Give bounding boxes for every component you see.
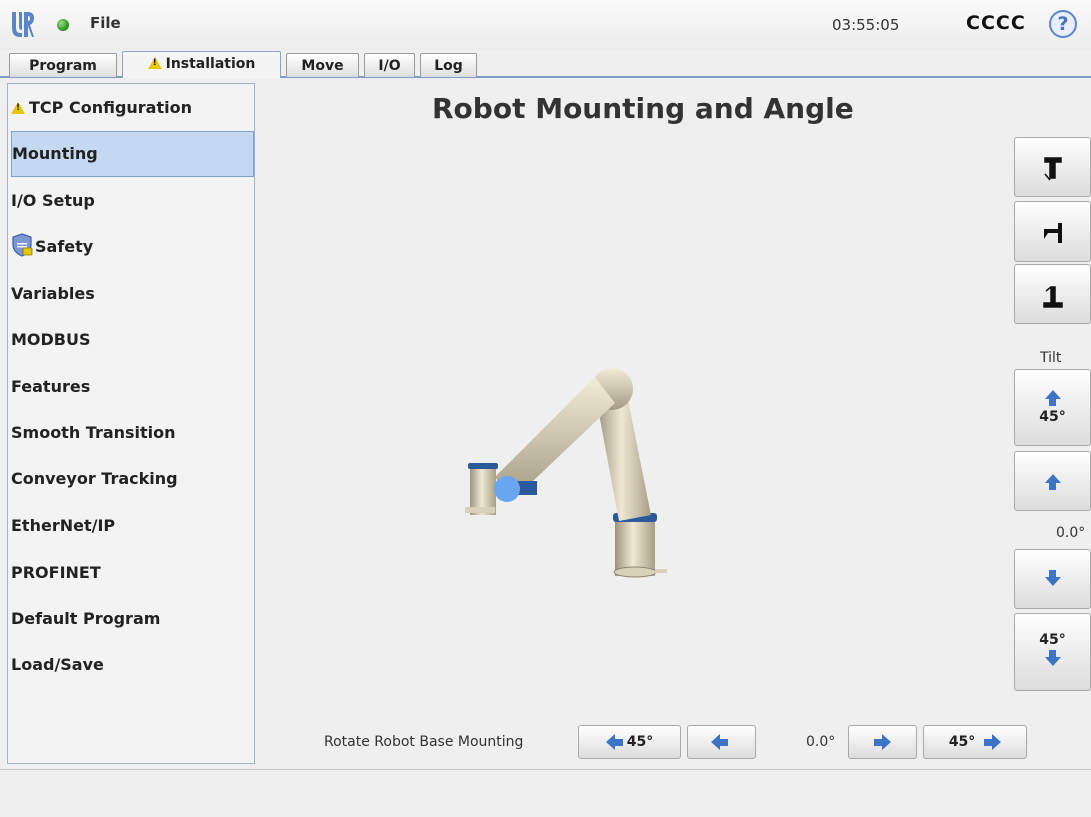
view-wall-button[interactable] — [1014, 201, 1091, 262]
sidebar-item-conveyor-tracking[interactable]: Conveyor Tracking — [11, 456, 254, 502]
arrow-down-icon — [1044, 577, 1061, 586]
tab-log[interactable]: Log — [420, 53, 477, 77]
arrow-down-icon — [1044, 657, 1061, 666]
sidebar-item-mounting[interactable]: Mounting — [11, 131, 254, 177]
tab-bar: Program Installation Move I/O Log — [0, 50, 1091, 78]
sidebar-item-label: Safety — [35, 237, 94, 256]
tilt-label: Tilt — [1040, 350, 1062, 366]
arrow-right-stem — [984, 738, 993, 746]
arrow-down-stem — [1049, 650, 1056, 657]
sidebar-item-label: I/O Setup — [11, 191, 95, 210]
sidebar-item-io-setup[interactable]: I/O Setup — [11, 178, 254, 224]
tab-installation-label: Installation — [165, 56, 256, 72]
rotate-right-45-button[interactable]: 45° — [923, 725, 1027, 759]
sidebar-item-label: Features — [11, 377, 91, 396]
rotate-label: Rotate Robot Base Mounting — [324, 734, 524, 750]
sidebar-item-modbus[interactable]: MODBUS — [11, 317, 254, 363]
rotate-left-45-label: 45° — [626, 734, 654, 750]
arrow-up-icon — [1044, 390, 1061, 399]
rotate-right-45-label: 45° — [948, 734, 976, 750]
rotate-left-button[interactable] — [687, 725, 756, 759]
arrow-down-stem — [1049, 570, 1056, 577]
tilt-value: 0.0° — [1056, 525, 1086, 541]
clock: 03:55:05 — [832, 16, 900, 34]
sidebar-item-default-program[interactable]: Default Program — [11, 596, 254, 642]
sidebar-item-label: Load/Save — [11, 655, 104, 674]
sidebar-item-safety[interactable]: Safety — [11, 224, 254, 270]
page-title: Robot Mounting and Angle — [432, 92, 854, 125]
rotate-value: 0.0° — [806, 734, 836, 750]
tilt-down-45-button[interactable]: 45° — [1014, 613, 1091, 691]
sidebar-item-smooth-transition[interactable]: Smooth Transition — [11, 410, 254, 456]
sidebar-item-tcp-configuration[interactable]: TCP Configuration — [11, 85, 254, 131]
top-bar: File 03:55:05 CCCC ? — [0, 0, 1091, 50]
robot-name: CCCC — [966, 12, 1026, 34]
sidebar-item-label: PROFINET — [11, 563, 101, 582]
mount-floor-icon — [1043, 157, 1062, 181]
mount-wall-icon — [1043, 223, 1062, 243]
tab-installation[interactable]: Installation — [122, 51, 281, 78]
rotate-left-45-button[interactable]: 45° — [578, 725, 681, 759]
arrow-up-stem — [1049, 399, 1056, 406]
arrow-left-stem — [720, 738, 728, 746]
tilt-down-button[interactable] — [1014, 549, 1091, 609]
status-indicator-icon — [57, 19, 69, 31]
sidebar-item-label: MODBUS — [11, 330, 91, 349]
sidebar-item-profinet[interactable]: PROFINET — [11, 550, 254, 596]
sidebar-item-variables[interactable]: Variables — [11, 271, 254, 317]
help-button[interactable]: ? — [1049, 10, 1077, 38]
sidebar-item-label: Mounting — [12, 144, 98, 163]
file-menu[interactable]: File — [90, 14, 121, 32]
mount-ceiling-icon — [1042, 286, 1063, 308]
arrow-left-icon — [711, 734, 720, 750]
arrow-right-stem — [874, 738, 882, 746]
ur-logo-icon — [12, 12, 34, 37]
sidebar-item-label: TCP Configuration — [29, 98, 192, 117]
view-front-button[interactable] — [1014, 137, 1091, 197]
sidebar-item-load-save[interactable]: Load/Save — [11, 642, 254, 688]
arrow-up-stem — [1049, 483, 1056, 490]
sidebar-item-label: Variables — [11, 284, 95, 303]
tab-program[interactable]: Program — [9, 53, 117, 77]
sidebar-item-label: Smooth Transition — [11, 423, 176, 442]
sidebar-item-label: Conveyor Tracking — [11, 469, 178, 488]
arrow-right-icon — [992, 734, 1002, 750]
tilt-up-45-label: 45° — [1039, 409, 1066, 425]
arrow-left-icon — [605, 734, 615, 750]
warning-icon — [11, 102, 25, 114]
sidebar-item-label: EtherNet/IP — [11, 516, 116, 535]
footer-bar — [0, 769, 1091, 817]
tilt-down-45-label: 45° — [1039, 632, 1066, 648]
sidebar-item-label: Default Program — [11, 609, 161, 628]
robot-3d-view[interactable] — [455, 355, 685, 585]
sidebar-item-features[interactable]: Features — [11, 364, 254, 410]
tab-move[interactable]: Move — [286, 53, 359, 77]
installation-sidebar: TCP Configuration Mounting I/O Setup Saf… — [7, 83, 255, 764]
arrow-left-stem — [614, 738, 623, 746]
view-ceiling-button[interactable] — [1014, 264, 1091, 324]
warning-icon — [147, 57, 162, 69]
arrow-right-icon — [882, 734, 891, 750]
rotate-right-button[interactable] — [848, 725, 917, 759]
tilt-up-45-button[interactable]: 45° — [1014, 369, 1091, 446]
tab-io[interactable]: I/O — [364, 53, 415, 77]
sidebar-item-ethernet-ip[interactable]: EtherNet/IP — [11, 503, 254, 549]
arrow-up-icon — [1044, 474, 1061, 483]
safety-shield-icon — [12, 233, 33, 257]
tilt-up-button[interactable] — [1014, 451, 1091, 511]
